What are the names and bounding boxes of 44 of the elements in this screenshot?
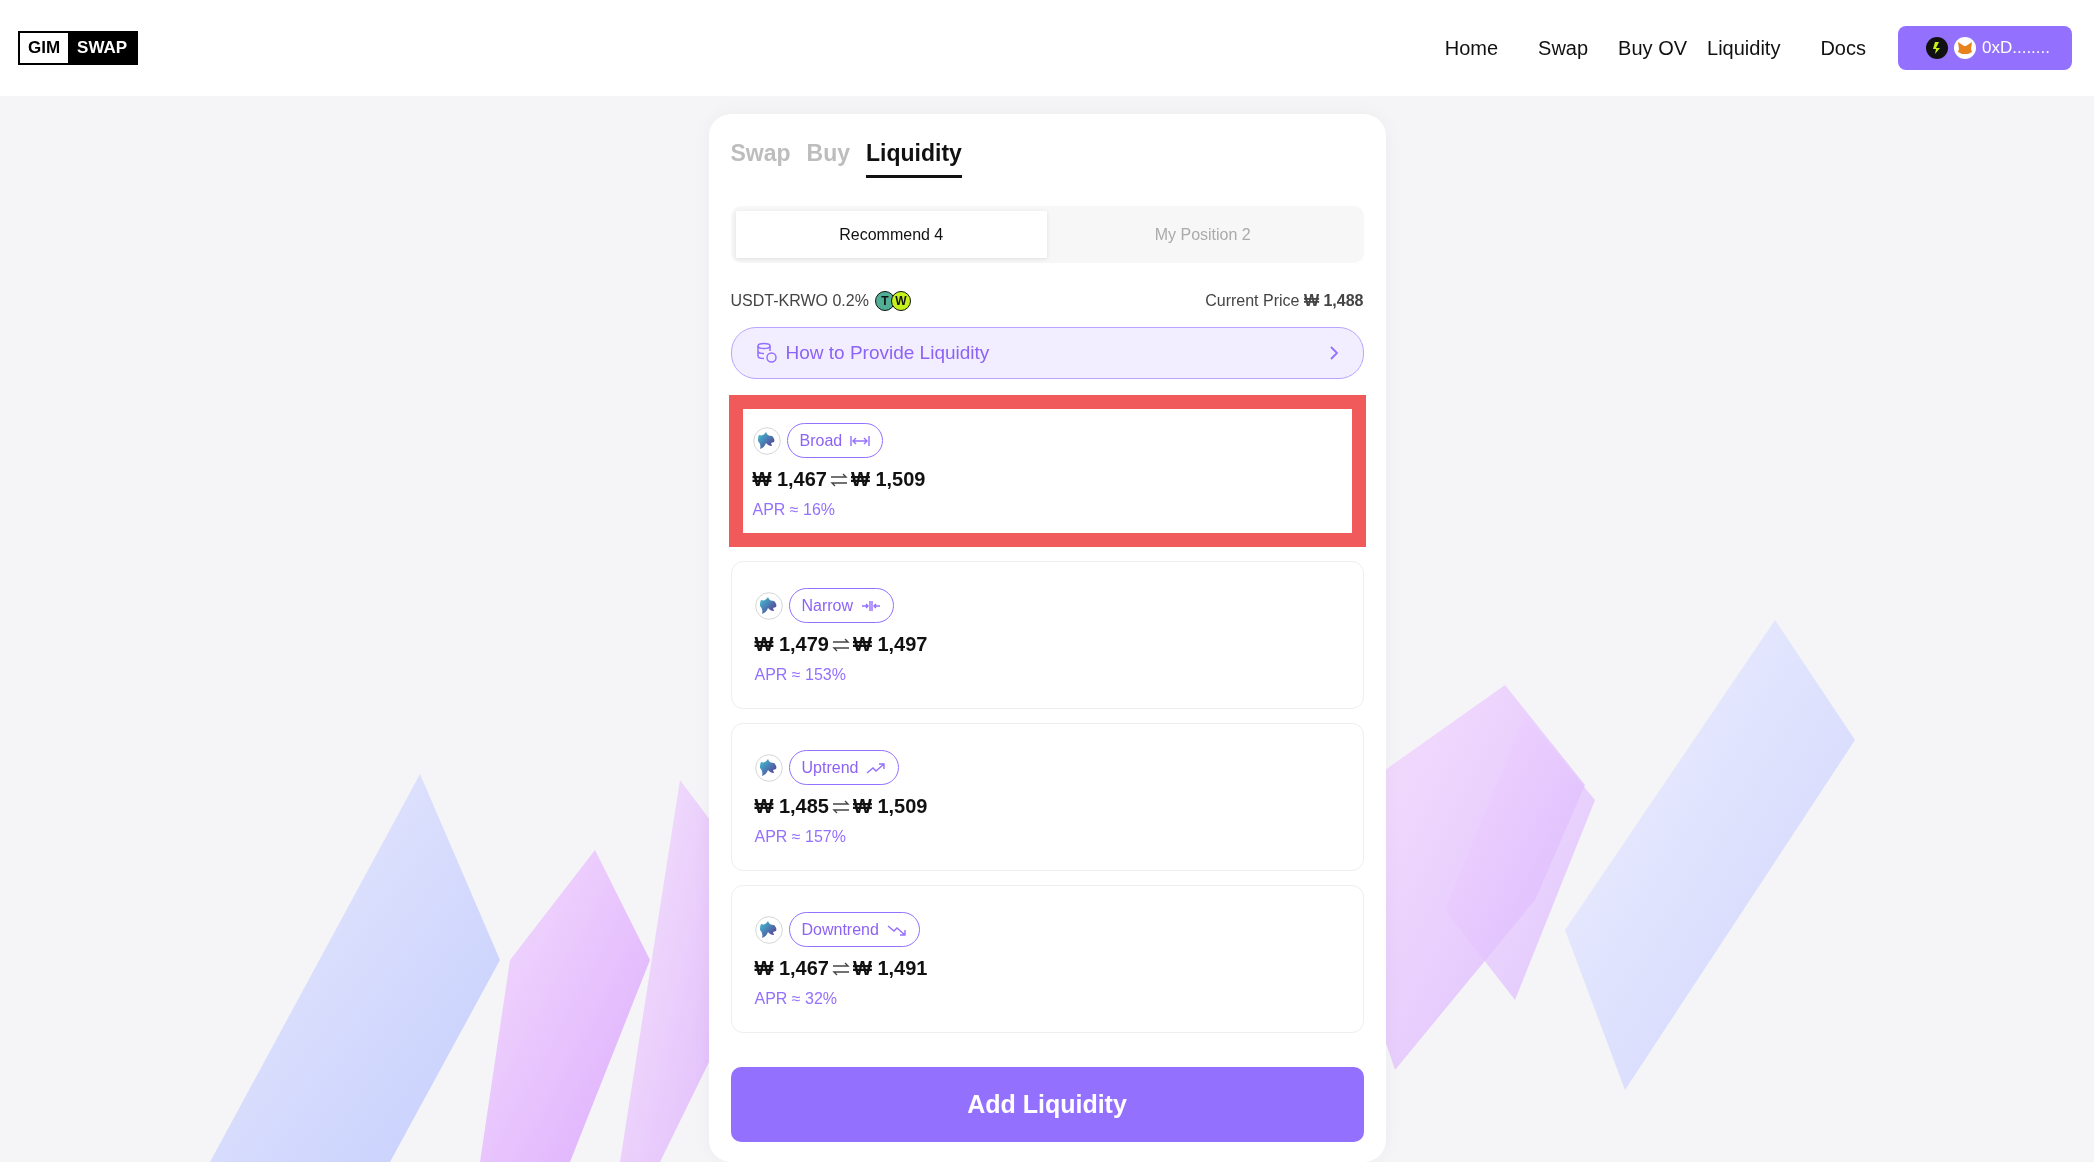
token-icon: T xyxy=(874,291,895,311)
price-high: ₩ 1,509 xyxy=(851,468,926,491)
apr-text: APR ≈ 32% xyxy=(754,990,839,1008)
pool-name: USDT-KRWO 0.2% xyxy=(730,292,869,310)
token-logo-icon xyxy=(754,591,783,620)
token-logo-icon xyxy=(754,753,783,782)
guide-link[interactable]: How to Provide Liquidity xyxy=(730,327,1364,379)
strategy-card[interactable]: Downtrend ₩ 1,467 ₩ 1,491 APR ≈ 32% xyxy=(730,885,1364,1033)
strategy-card[interactable]: Broad ₩ 1,467 ₩ 1,509 APR ≈ 16% xyxy=(728,395,1366,547)
nav-link[interactable]: Home xyxy=(1424,36,1519,60)
compress-icon xyxy=(861,598,882,613)
price-low: ₩ 1,467 xyxy=(752,468,827,491)
apr-text: APR ≈ 153% xyxy=(754,666,847,684)
strategy-card[interactable]: Uptrend ₩ 1,485 ₩ 1,509 APR ≈ 157% xyxy=(730,723,1364,871)
expand-icon xyxy=(850,433,871,448)
token-logo-icon xyxy=(754,915,783,944)
coins-icon xyxy=(755,342,778,364)
apr-text: APR ≈ 16% xyxy=(752,501,837,519)
token-icon: W xyxy=(890,291,911,311)
token-logo-icon xyxy=(752,426,781,455)
chevron-right-icon xyxy=(1328,345,1339,361)
price-high: ₩ 1,509 xyxy=(853,795,928,818)
fox-icon xyxy=(1954,37,1976,59)
exchange-arrows-icon xyxy=(832,961,850,976)
price-low: ₩ 1,485 xyxy=(754,795,829,818)
price-high: ₩ 1,497 xyxy=(853,633,928,656)
logo[interactable]: GIM SWAP xyxy=(18,31,139,65)
price-low: ₩ 1,479 xyxy=(754,633,829,656)
exchange-arrows-icon xyxy=(832,799,850,814)
apr-text: APR ≈ 157% xyxy=(754,828,847,846)
nav-link[interactable]: Swap xyxy=(1518,36,1609,60)
lightning-icon xyxy=(1926,37,1948,59)
trend-up-icon xyxy=(866,760,887,775)
exchange-arrows-icon xyxy=(832,637,850,652)
segment-tab[interactable]: Recommend 4 xyxy=(735,211,1047,258)
nav-link[interactable]: Liquidity xyxy=(1707,36,1801,60)
nav-link[interactable]: Docs xyxy=(1800,36,1886,60)
strategy-card[interactable]: Narrow ₩ 1,479 ₩ 1,497 APR ≈ 153% xyxy=(730,561,1364,709)
price-high: ₩ 1,491 xyxy=(853,957,928,980)
nav-link[interactable]: Buy OV xyxy=(1608,36,1708,60)
current-price: Current Price ₩ 1,488 xyxy=(1205,292,1364,310)
exchange-arrows-icon xyxy=(830,472,848,487)
price-low: ₩ 1,467 xyxy=(754,957,829,980)
tab[interactable]: Liquidity xyxy=(866,140,962,178)
